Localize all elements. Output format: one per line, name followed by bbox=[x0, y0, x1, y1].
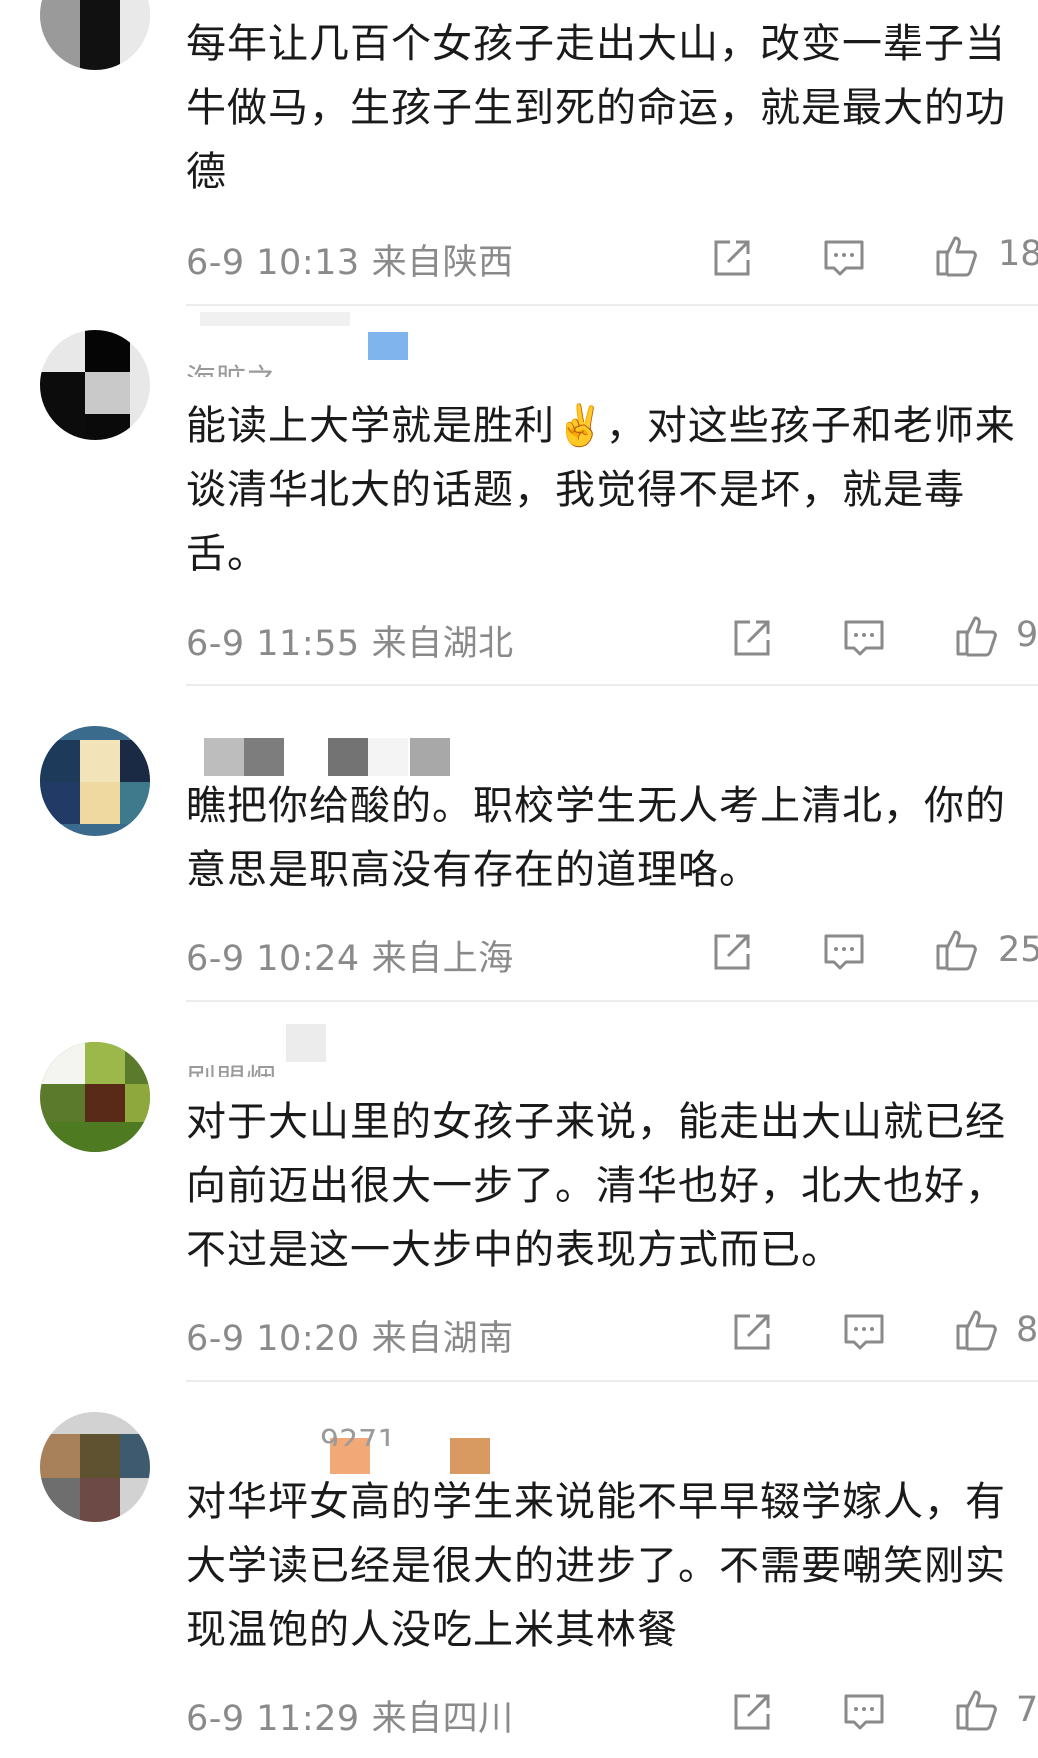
comment-date: 6-9 11:29 bbox=[186, 1699, 360, 1739]
comment-meta: 6-9 11:29 来自四川 bbox=[186, 1690, 514, 1741]
share-icon[interactable] bbox=[728, 1688, 776, 1736]
thumbs-up-icon[interactable] bbox=[952, 1686, 1000, 1734]
comment-item: 9271 对华坪女高的学生来说能不早早辍学嫁人，有大学读已经是很大的进步了。不需… bbox=[0, 0, 1038, 1758]
comment-location: 来自四川 bbox=[371, 1699, 514, 1739]
like-count: 7 bbox=[1016, 1690, 1038, 1730]
comment-icon[interactable] bbox=[840, 1688, 888, 1736]
username[interactable]: 9271 bbox=[320, 1424, 396, 1446]
avatar[interactable] bbox=[40, 1412, 150, 1522]
comment-text: 对华坪女高的学生来说能不早早辍学嫁人，有大学读已经是很大的进步了。不需要嘲笑刚实… bbox=[186, 1479, 1006, 1653]
